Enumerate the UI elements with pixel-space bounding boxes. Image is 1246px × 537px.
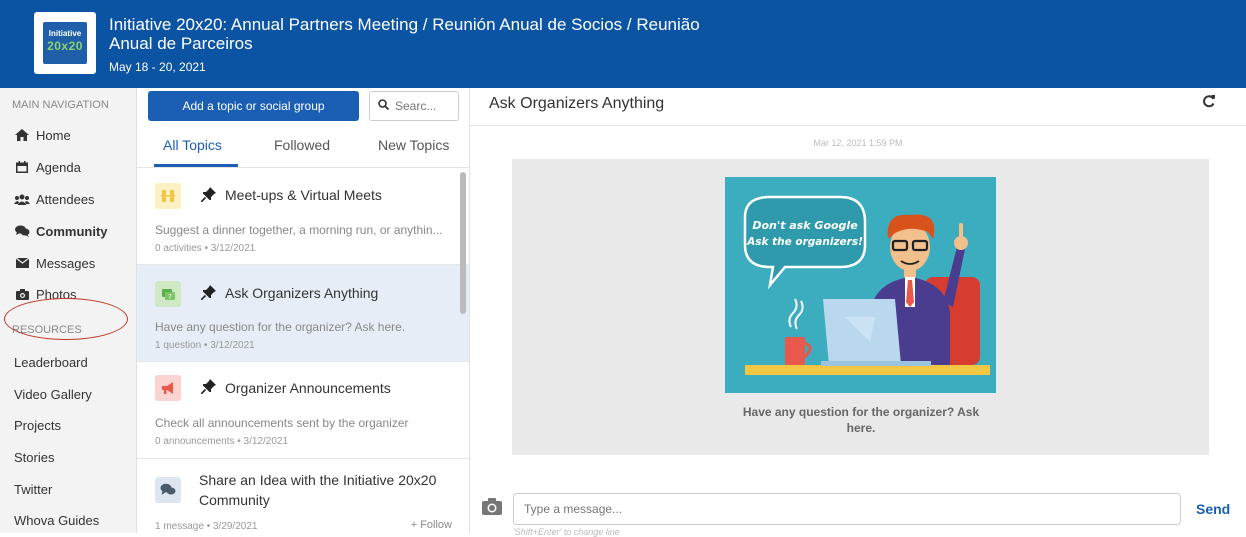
- logo-text-line1: Initiative: [48, 29, 82, 38]
- topic-meta: 0 announcements • 3/12/2021: [155, 436, 289, 447]
- search-icon: [378, 97, 390, 115]
- sidebar-item-attendees[interactable]: Attendees: [0, 184, 136, 214]
- sidebar-item-label: Photos: [36, 286, 77, 302]
- pin-icon: [200, 187, 216, 205]
- topic-description: Check all announcements sent by the orga…: [155, 416, 409, 430]
- chat-title: Ask Organizers Anything: [489, 95, 665, 112]
- resources-heading: RESOURCES: [12, 324, 82, 336]
- question-icon: ?: [155, 281, 181, 307]
- sidebar-item-label: Attendees: [36, 191, 95, 207]
- chat-bubble-icon: [155, 477, 181, 503]
- topic-item-share-idea[interactable]: Share an Idea with the Initiative 20x20 …: [137, 459, 469, 533]
- sidebar-item-messages[interactable]: Messages: [0, 248, 136, 278]
- message-timestamp: Mar 12, 2021 1:59 PM: [813, 138, 903, 148]
- sidebar-item-label: Agenda: [36, 159, 81, 175]
- topics-scrollbar[interactable]: [460, 172, 466, 314]
- sidebar-item-video-gallery[interactable]: Video Gallery: [14, 387, 92, 402]
- sidebar-item-agenda[interactable]: Agenda: [0, 152, 136, 182]
- pin-icon: [200, 379, 216, 397]
- input-hint: 'Shift+Enter' to change line: [513, 527, 620, 537]
- megaphone-icon: [155, 375, 181, 401]
- topic-search[interactable]: [369, 91, 459, 121]
- follow-button[interactable]: + Follow: [411, 519, 452, 531]
- sidebar-item-label: Messages: [36, 255, 96, 271]
- message-caption: Have any question for the organizer? Ask…: [742, 405, 980, 435]
- logo-text-line2: 20x20: [47, 39, 83, 53]
- tab-new-topics[interactable]: New Topics: [378, 137, 449, 153]
- send-button[interactable]: Send: [1196, 501, 1230, 517]
- bubble-text-line2: Ask the organizers!: [746, 236, 863, 248]
- topic-title: Meet-ups & Virtual Meets: [225, 187, 382, 203]
- event-date: May 18 - 20, 2021: [109, 60, 206, 74]
- sidebar-item-projects[interactable]: Projects: [14, 418, 61, 433]
- topic-meta: 0 activities • 3/12/2021: [155, 243, 256, 254]
- svg-text:?: ?: [168, 293, 172, 301]
- sidebar-item-label: Home: [36, 127, 71, 143]
- home-icon: [14, 129, 30, 141]
- envelope-icon: [14, 258, 30, 268]
- add-topic-button[interactable]: Add a topic or social group: [148, 91, 359, 121]
- refresh-icon[interactable]: [1202, 94, 1216, 113]
- chat-panel: Ask Organizers Anything Mar 12, 2021 1:5…: [470, 88, 1246, 537]
- topics-panel: Add a topic or social group All Topics F…: [137, 88, 470, 533]
- sidebar-item-whova-guides[interactable]: Whova Guides: [14, 513, 99, 528]
- calendar-icon: [14, 161, 30, 173]
- users-icon: [14, 194, 30, 205]
- sidebar-item-twitter[interactable]: Twitter: [14, 482, 52, 497]
- camera-icon: [14, 288, 30, 300]
- topic-meta: 1 question • 3/12/2021: [155, 340, 255, 351]
- topic-title: Organizer Announcements: [225, 380, 391, 396]
- meetup-icon: [155, 183, 181, 209]
- message-card: Don't ask Google Ask the organizers! Hav…: [512, 159, 1209, 455]
- sidebar-item-home[interactable]: Home: [0, 120, 136, 150]
- sidebar-item-label: Community: [36, 223, 108, 239]
- tab-followed[interactable]: Followed: [274, 137, 330, 153]
- pin-icon: [200, 285, 216, 303]
- sidebar-item-stories[interactable]: Stories: [14, 450, 54, 465]
- sidebar-item-community[interactable]: Community: [0, 216, 136, 246]
- tab-all-topics[interactable]: All Topics: [163, 137, 222, 153]
- app-header: Initiative 20x20 Initiative 20x20: Annua…: [0, 0, 1246, 88]
- main-sidebar: MAIN NAVIGATION Home Agenda Attendees Co…: [0, 88, 137, 533]
- search-input[interactable]: [395, 99, 455, 113]
- bubble-text-line1: Don't ask Google: [752, 219, 858, 232]
- event-title: Initiative 20x20: Annual Partners Meetin…: [109, 15, 700, 53]
- topic-meta: 1 message • 3/29/2021: [155, 521, 258, 532]
- topic-description: Have any question for the organizer? Ask…: [155, 320, 406, 334]
- topic-title: Ask Organizers Anything: [225, 285, 379, 301]
- topic-item-meetups[interactable]: Meet-ups & Virtual Meets Suggest a dinne…: [137, 168, 469, 265]
- topic-description: Suggest a dinner together, a morning run…: [155, 223, 443, 237]
- event-logo[interactable]: Initiative 20x20: [34, 12, 96, 74]
- topic-title-line2: Community: [199, 492, 270, 508]
- sidebar-item-leaderboard[interactable]: Leaderboard: [14, 355, 88, 370]
- message-input[interactable]: [513, 493, 1181, 525]
- ask-organizers-illustration[interactable]: Don't ask Google Ask the organizers!: [725, 177, 996, 393]
- topic-title-line1: Share an Idea with the Initiative 20x20: [199, 472, 437, 488]
- camera-icon[interactable]: [482, 498, 502, 520]
- main-navigation-heading: MAIN NAVIGATION: [12, 99, 109, 111]
- topic-item-ask-organizers[interactable]: ? Ask Organizers Anything Have any quest…: [137, 265, 469, 362]
- chat-icon: [14, 225, 30, 237]
- topic-item-announcements[interactable]: Organizer Announcements Check all announ…: [137, 362, 469, 459]
- sidebar-item-photos[interactable]: Photos: [0, 279, 136, 309]
